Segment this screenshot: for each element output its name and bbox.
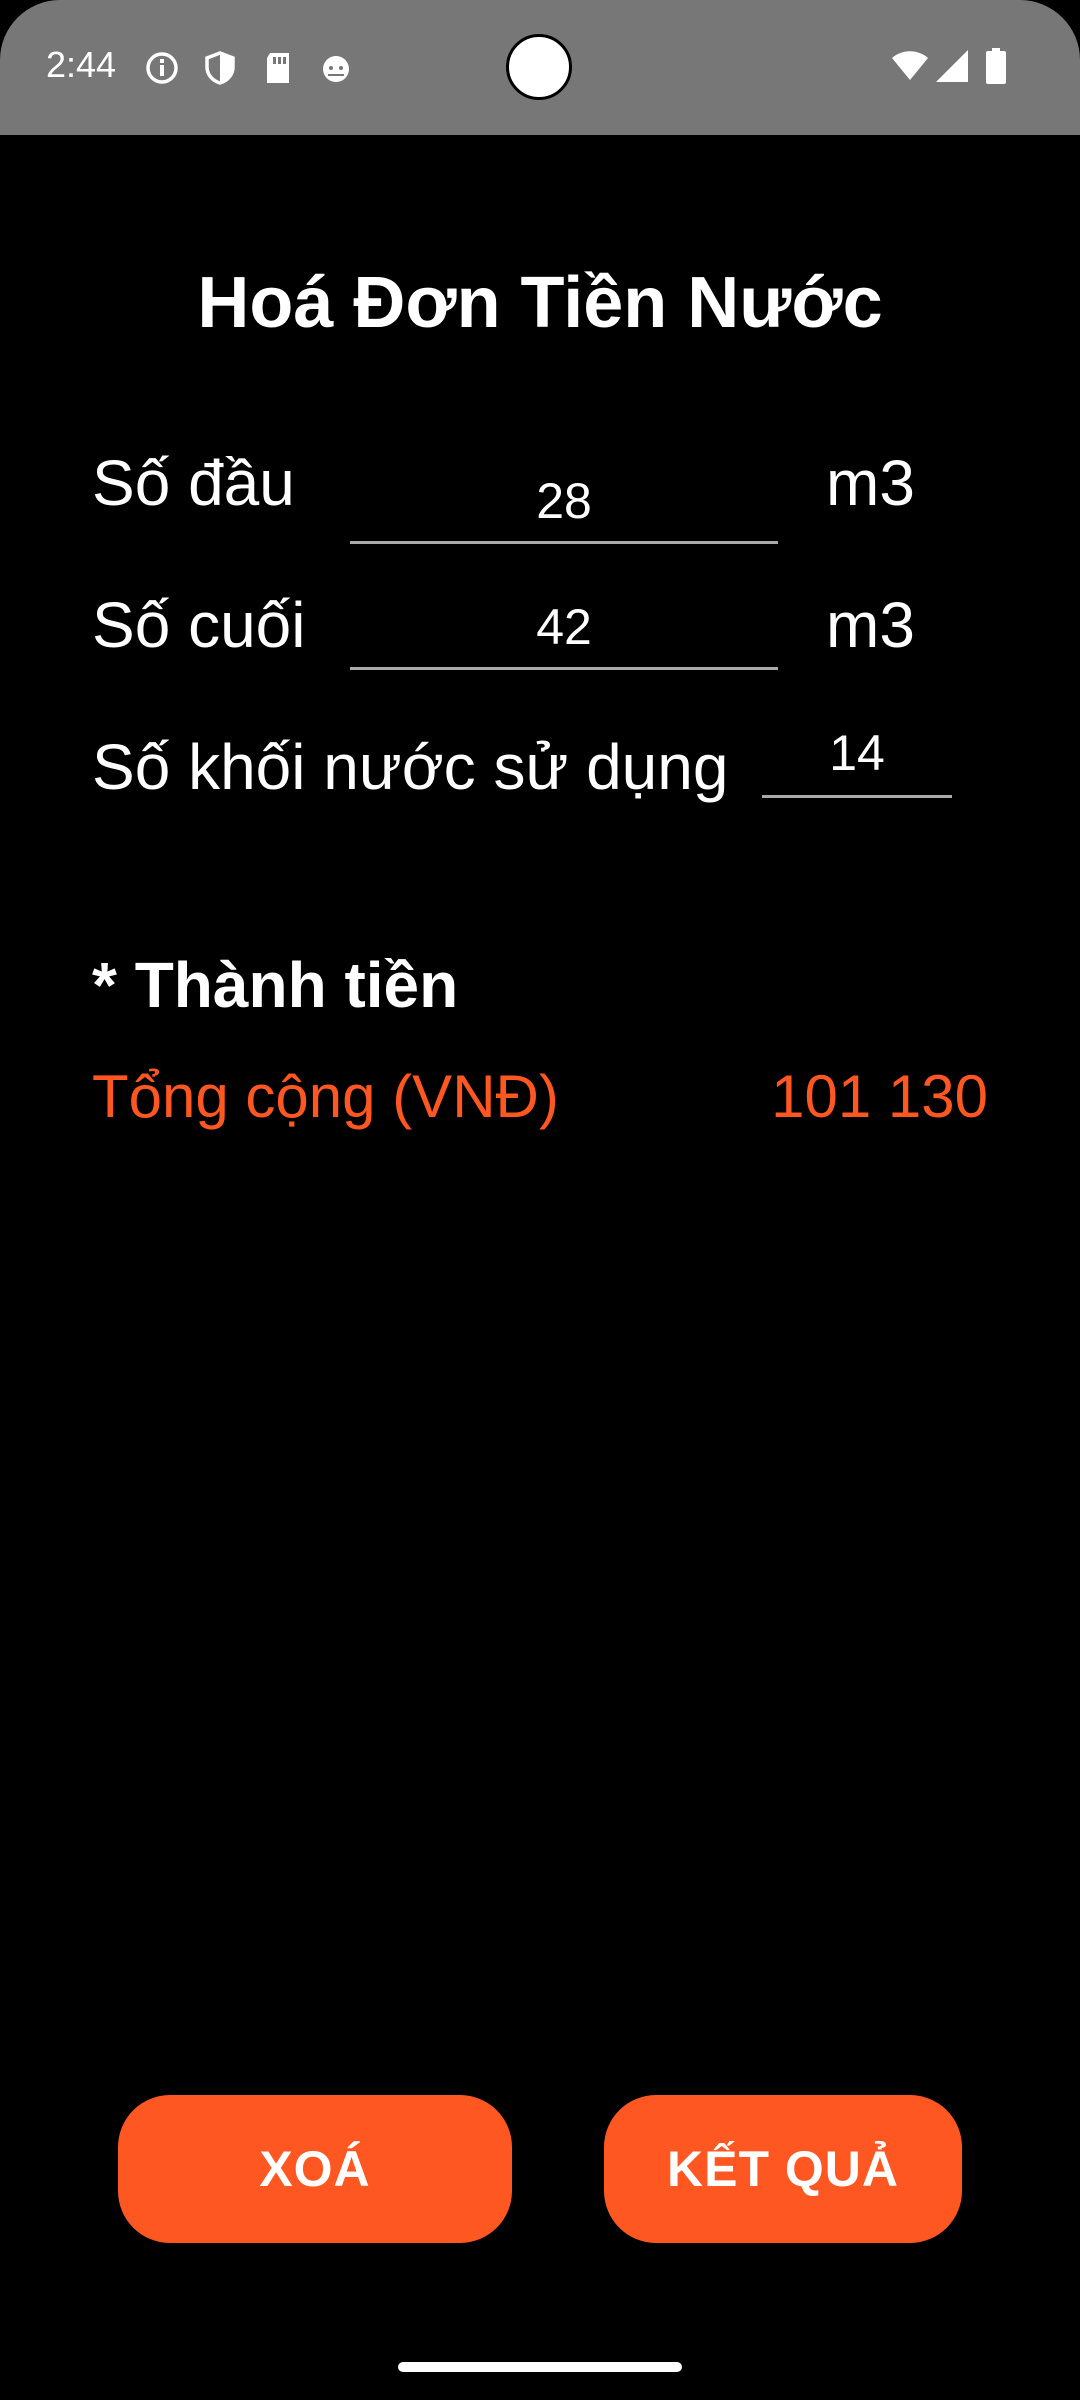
signal-icon [936, 50, 968, 82]
android-icon [323, 56, 349, 82]
sd-card-icon [267, 53, 289, 83]
status-time: 2:44 [46, 44, 117, 85]
usage-label: Số khối nước sử dụng [92, 731, 729, 803]
total-value: 101 130 [771, 1063, 988, 1130]
total-label: Tổng cộng (VNĐ) [92, 1063, 559, 1130]
clear-button[interactable]: XOÁ [118, 2095, 512, 2243]
start-reading-label: Số đầu [92, 447, 295, 519]
battery-icon [986, 48, 1006, 84]
app-title: Hoá Đơn Tiền Nước [197, 263, 883, 343]
start-reading-input[interactable]: 28 [350, 468, 778, 544]
status-bar: 2:44 [0, 0, 1080, 135]
start-reading-unit: m3 [826, 447, 915, 519]
usage-value-field[interactable]: 14 [762, 720, 952, 798]
end-reading-input[interactable]: 42 [350, 594, 778, 670]
front-camera [506, 34, 572, 100]
wifi-icon [892, 51, 928, 80]
end-reading-label: Số cuối [92, 589, 306, 661]
shield-icon [205, 51, 235, 85]
result-section-title: * Thành tiền [92, 949, 459, 1021]
result-button[interactable]: KẾT QUẢ [604, 2095, 962, 2243]
home-indicator[interactable] [398, 2362, 682, 2372]
end-reading-unit: m3 [826, 589, 915, 661]
info-icon [146, 52, 178, 84]
